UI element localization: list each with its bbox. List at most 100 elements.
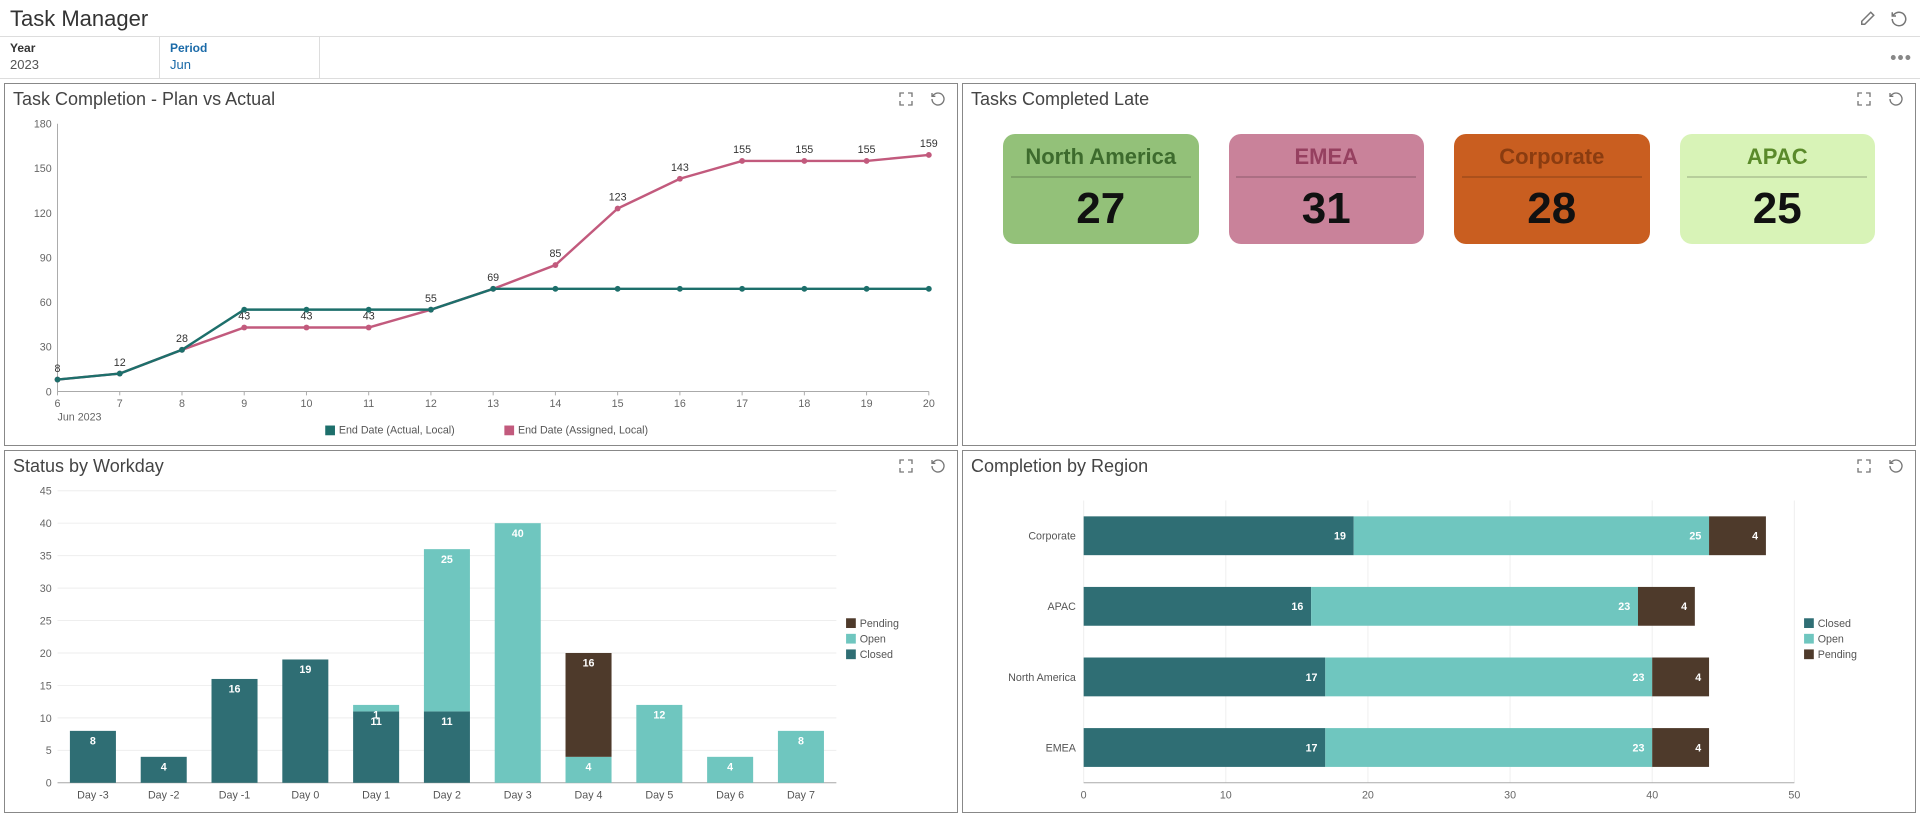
svg-text:30: 30 [1504,789,1516,801]
filter-year-label: Year [10,41,149,55]
svg-text:Day -2: Day -2 [148,789,180,801]
svg-text:155: 155 [858,144,876,156]
svg-text:155: 155 [733,144,751,156]
filter-year[interactable]: Year 2023 [0,37,160,78]
more-options-icon[interactable]: ••• [1890,47,1912,68]
svg-text:8: 8 [55,363,61,375]
svg-text:1: 1 [373,710,379,722]
svg-text:17: 17 [736,398,748,410]
svg-text:25: 25 [1689,531,1701,543]
svg-text:Pending: Pending [860,618,899,630]
svg-text:40: 40 [40,518,52,530]
expand-icon[interactable] [1853,88,1875,110]
refresh-icon[interactable] [1885,455,1907,477]
panel-completion-region: Completion by Region 0102030405019254Cor… [962,450,1916,813]
svg-text:17: 17 [1306,672,1318,684]
edit-icon[interactable] [1856,8,1878,30]
svg-text:20: 20 [1362,789,1374,801]
kpi-tile[interactable]: APAC25 [1680,134,1876,244]
expand-icon[interactable] [1853,455,1875,477]
svg-text:17: 17 [1306,742,1318,754]
svg-text:40: 40 [512,528,524,540]
svg-text:150: 150 [34,163,52,175]
svg-text:Day 4: Day 4 [575,789,603,801]
filter-bar: Year 2023 Period Jun ••• [0,37,1920,79]
svg-text:20: 20 [40,648,52,660]
refresh-icon[interactable] [1885,88,1907,110]
svg-text:19: 19 [1334,531,1346,543]
svg-text:13: 13 [487,398,499,410]
svg-text:19: 19 [861,398,873,410]
kpi-tile-value: 28 [1454,178,1650,234]
svg-text:12: 12 [653,710,665,722]
svg-text:16: 16 [583,658,595,670]
refresh-icon[interactable] [927,455,949,477]
svg-text:8: 8 [798,736,804,748]
svg-text:Day 3: Day 3 [504,789,532,801]
kpi-tile-value: 31 [1229,178,1425,234]
svg-text:10: 10 [1220,789,1232,801]
kpi-tile-label: APAC [1680,134,1876,176]
svg-text:180: 180 [34,119,52,131]
svg-text:5: 5 [46,745,52,757]
svg-text:Day -3: Day -3 [77,789,109,801]
svg-text:12: 12 [425,398,437,410]
svg-text:Closed: Closed [1818,618,1851,630]
kpi-tile-label: EMEA [1229,134,1425,176]
svg-text:18: 18 [798,398,810,410]
svg-text:6: 6 [55,398,61,410]
svg-text:Day 5: Day 5 [645,789,673,801]
svg-text:28: 28 [176,333,188,345]
expand-icon[interactable] [895,455,917,477]
svg-text:Day 6: Day 6 [716,789,744,801]
svg-text:30: 30 [40,583,52,595]
svg-text:12: 12 [114,357,126,369]
header-actions [1856,8,1910,30]
filter-period[interactable]: Period Jun [160,37,320,78]
svg-text:10: 10 [301,398,313,410]
svg-text:19: 19 [299,664,311,676]
svg-text:55: 55 [425,293,437,305]
svg-text:23: 23 [1633,672,1645,684]
svg-text:4: 4 [1695,742,1701,754]
svg-text:69: 69 [487,272,499,284]
kpi-tile[interactable]: EMEA31 [1229,134,1425,244]
svg-text:End Date (Actual, Local): End Date (Actual, Local) [339,424,455,436]
svg-text:16: 16 [1291,601,1303,613]
svg-text:23: 23 [1633,742,1645,754]
kpi-tile[interactable]: Corporate28 [1454,134,1650,244]
svg-text:8: 8 [90,736,96,748]
kpi-tile[interactable]: North America27 [1003,134,1199,244]
svg-text:155: 155 [795,144,813,156]
svg-text:4: 4 [586,761,592,773]
kpi-tile-value: 27 [1003,178,1199,234]
svg-text:14: 14 [549,398,561,410]
panel-tasks-late: Tasks Completed Late North America27 EMEA… [962,83,1916,446]
svg-text:7: 7 [117,398,123,410]
svg-text:123: 123 [609,192,627,204]
svg-text:Open: Open [1818,634,1844,646]
filter-period-label: Period [170,41,309,55]
svg-text:20: 20 [923,398,935,410]
svg-text:Open: Open [860,634,886,646]
expand-icon[interactable] [895,88,917,110]
svg-text:APAC: APAC [1048,601,1077,613]
filter-year-value: 2023 [10,57,149,72]
svg-text:25: 25 [40,615,52,627]
svg-text:Day 1: Day 1 [362,789,390,801]
svg-text:4: 4 [727,761,733,773]
svg-text:90: 90 [40,252,52,264]
svg-text:4: 4 [1695,672,1701,684]
svg-text:25: 25 [441,554,453,566]
panel-title: Tasks Completed Late [971,89,1149,110]
filter-period-value: Jun [170,57,309,72]
svg-text:Closed: Closed [860,649,893,661]
svg-text:4: 4 [1681,601,1687,613]
svg-text:15: 15 [40,680,52,692]
svg-text:Day 2: Day 2 [433,789,461,801]
refresh-icon[interactable] [1888,8,1910,30]
refresh-icon[interactable] [927,88,949,110]
svg-text:Day 0: Day 0 [291,789,319,801]
kpi-tile-label: North America [1003,134,1199,176]
svg-text:Day -1: Day -1 [219,789,251,801]
